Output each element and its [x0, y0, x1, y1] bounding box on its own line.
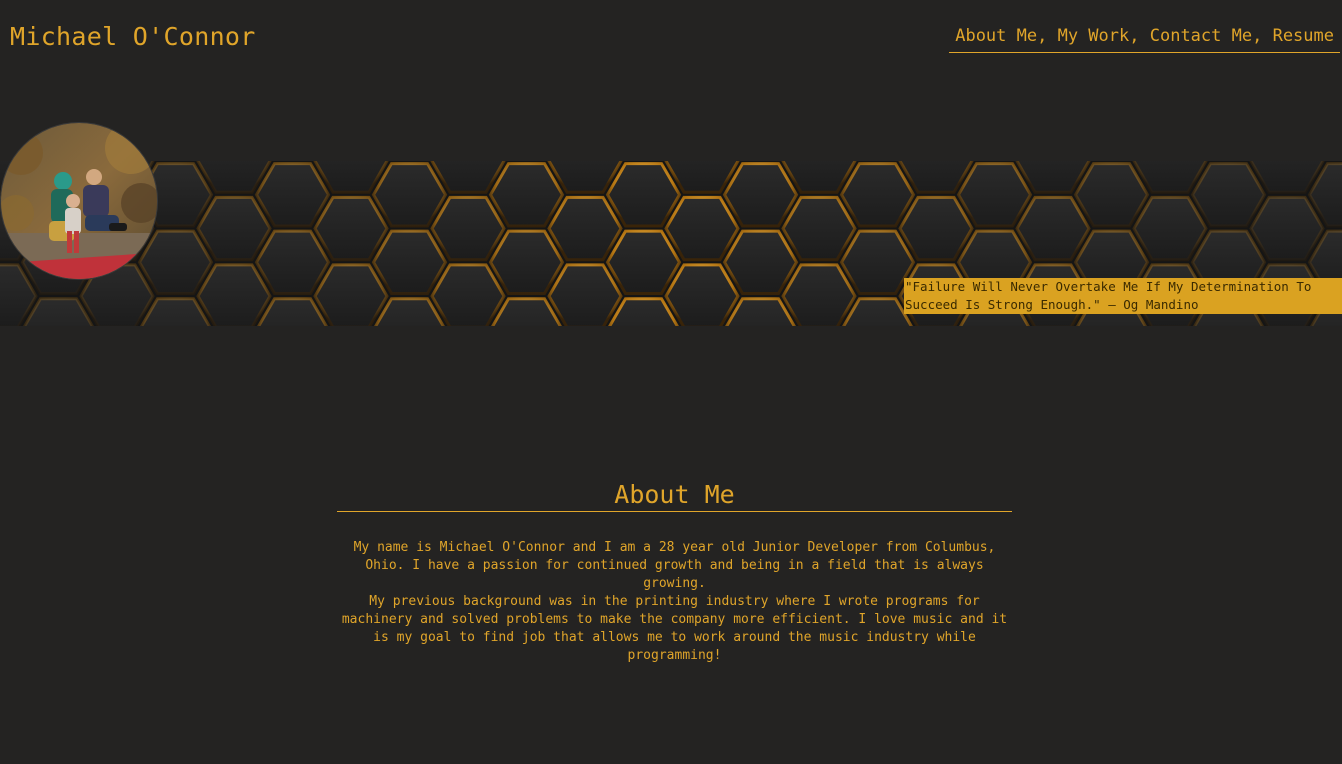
nav-separator: ,: [1037, 26, 1058, 46]
family-photo-image: [1, 123, 157, 279]
about-paragraph: My previous background was in the printi…: [341, 594, 1008, 663]
about-text: My name is Michael O'Connor and I am a 2…: [337, 539, 1012, 665]
nav-separator: ,: [1252, 26, 1273, 46]
quote-text: "Failure Will Never Overtake Me If My De…: [905, 279, 1312, 312]
nav-separator: ,: [1129, 26, 1150, 46]
nav-about-me[interactable]: About Me: [955, 26, 1037, 46]
main-nav: About Me, My Work, Contact Me, Resume: [949, 26, 1340, 53]
nav-my-work[interactable]: My Work: [1058, 26, 1130, 46]
site-title: Michael O'Connor: [10, 22, 256, 51]
nav-contact-me[interactable]: Contact Me: [1150, 26, 1252, 46]
quote-banner: "Failure Will Never Overtake Me If My De…: [904, 278, 1342, 314]
nav-resume[interactable]: Resume: [1273, 26, 1334, 46]
about-paragraph: My name is Michael O'Connor and I am a 2…: [353, 540, 996, 591]
about-heading: About Me: [337, 480, 1012, 512]
profile-photo: [0, 122, 158, 280]
